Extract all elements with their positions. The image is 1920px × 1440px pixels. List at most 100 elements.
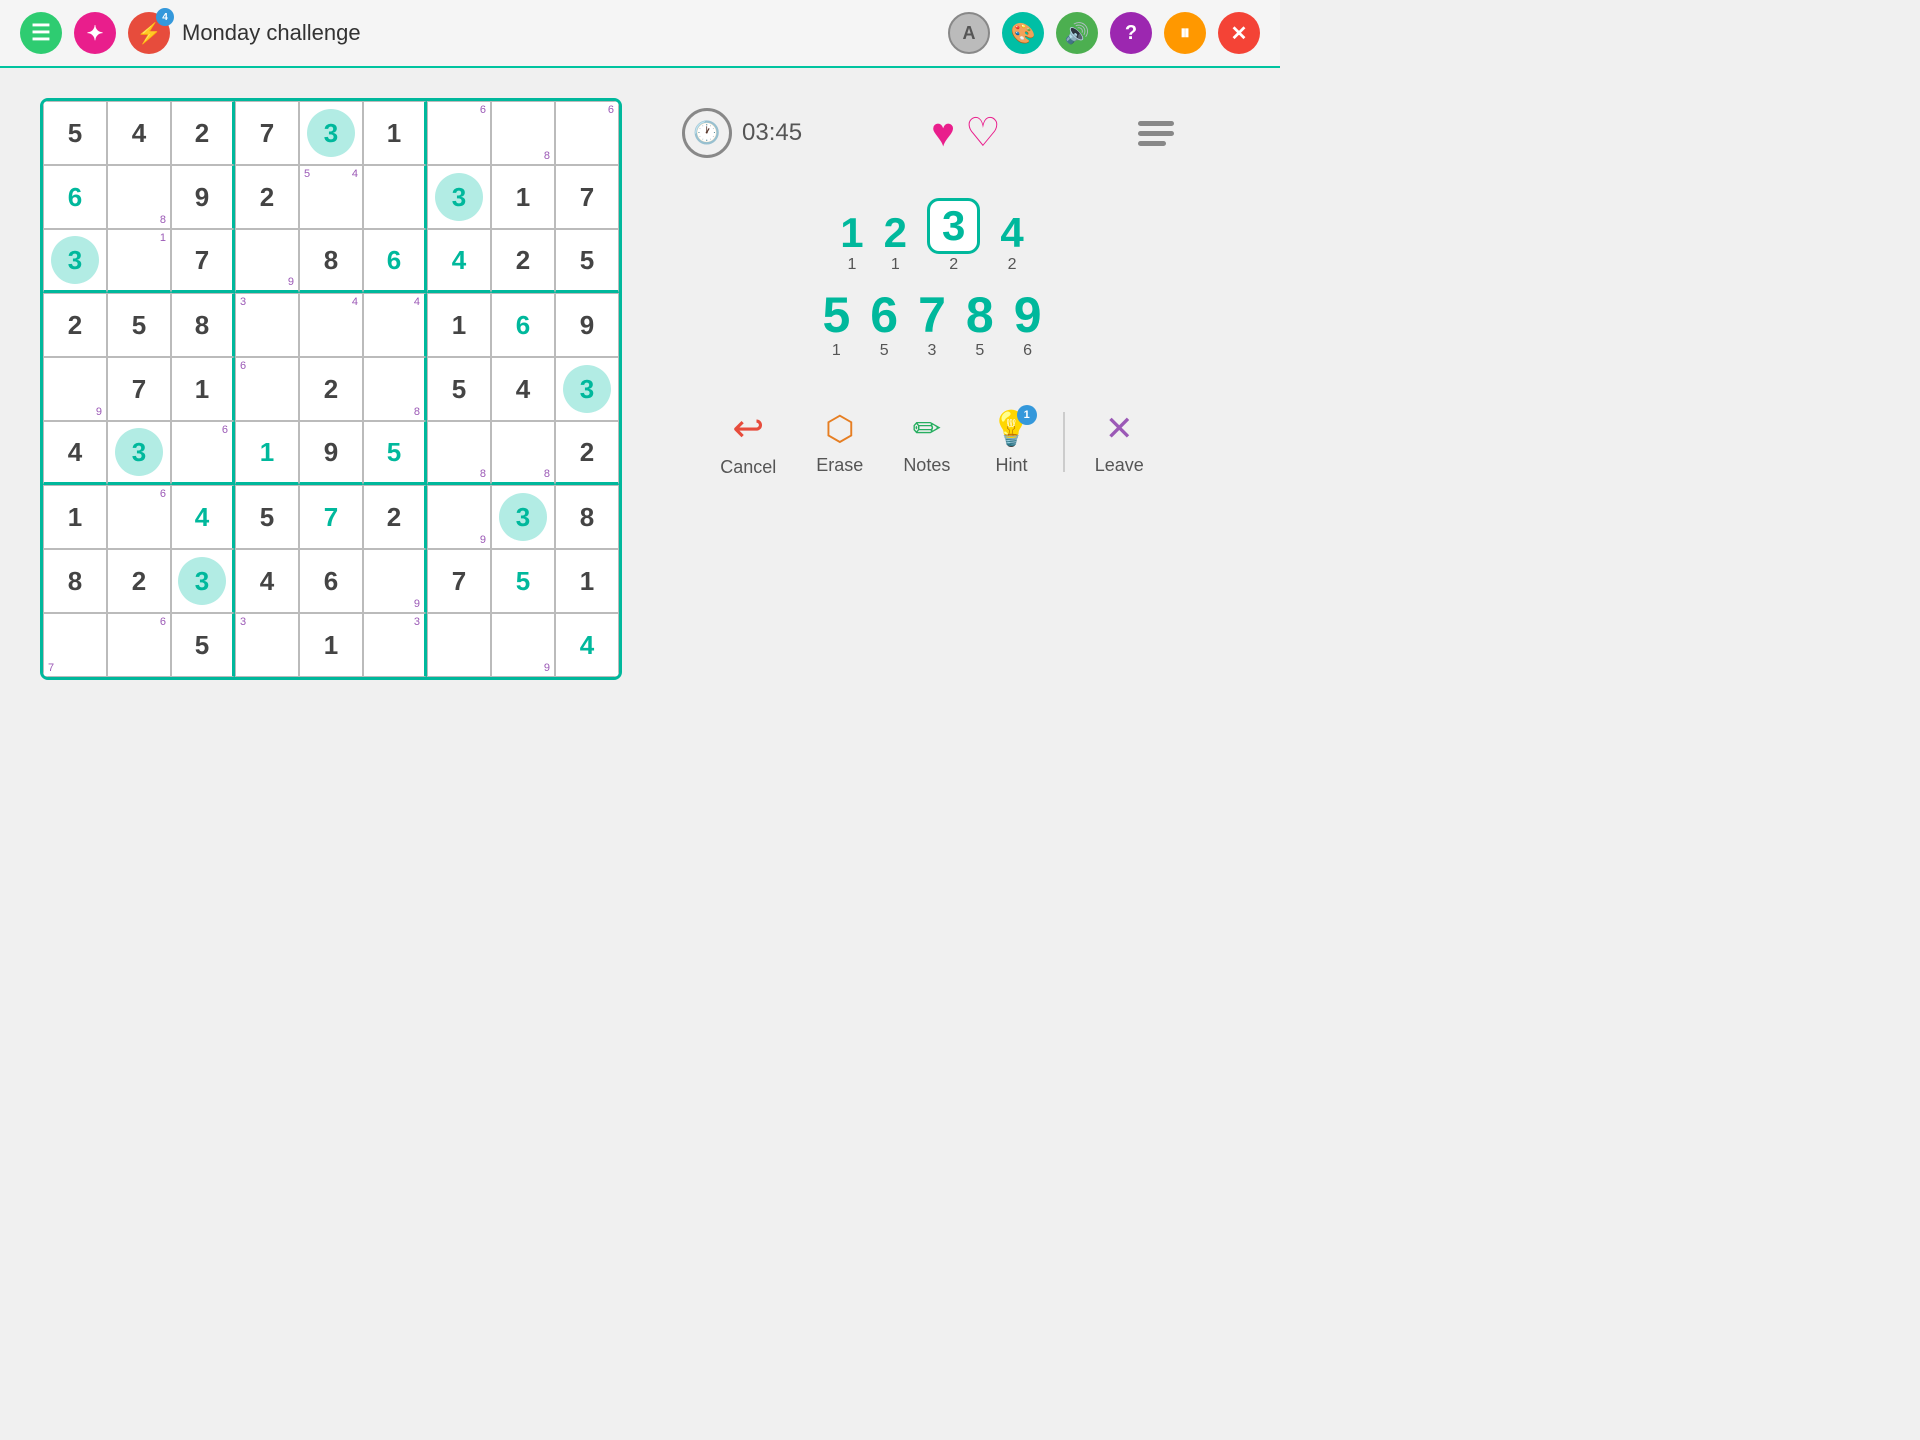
cell-8-5[interactable]: 3 bbox=[363, 613, 427, 677]
cell-1-8[interactable]: 7 bbox=[555, 165, 619, 229]
erase-button[interactable]: ⬡ Erase bbox=[806, 403, 873, 482]
num-8[interactable]: 8 5 bbox=[966, 290, 994, 360]
cell-2-8[interactable]: 5 bbox=[555, 229, 619, 293]
cell-6-2[interactable]: 4 bbox=[171, 485, 235, 549]
cell-8-7[interactable]: 9 bbox=[491, 613, 555, 677]
cell-0-2[interactable]: 2 bbox=[171, 101, 235, 165]
cell-8-8[interactable]: 4 bbox=[555, 613, 619, 677]
cell-1-5[interactable] bbox=[363, 165, 427, 229]
close-button[interactable]: ✕ bbox=[1218, 12, 1260, 54]
cell-5-3[interactable]: 1 bbox=[235, 421, 299, 485]
cell-2-1[interactable]: 1 bbox=[107, 229, 171, 293]
cell-5-1[interactable]: 3 bbox=[107, 421, 171, 485]
cell-0-8[interactable]: 6 bbox=[555, 101, 619, 165]
cell-1-6[interactable]: 3 bbox=[427, 165, 491, 229]
cell-6-8[interactable]: 8 bbox=[555, 485, 619, 549]
cell-0-7[interactable]: 8 bbox=[491, 101, 555, 165]
menu-button[interactable]: ☰ bbox=[20, 12, 62, 54]
cell-5-6[interactable]: 8 bbox=[427, 421, 491, 485]
cell-4-7[interactable]: 4 bbox=[491, 357, 555, 421]
num-7[interactable]: 7 3 bbox=[918, 290, 946, 360]
cell-6-0[interactable]: 1 bbox=[43, 485, 107, 549]
cell-0-6[interactable]: 6 bbox=[427, 101, 491, 165]
cell-5-5[interactable]: 5 bbox=[363, 421, 427, 485]
cell-5-7[interactable]: 8 bbox=[491, 421, 555, 485]
num-2[interactable]: 2 1 bbox=[884, 212, 907, 274]
cell-8-3[interactable]: 3 bbox=[235, 613, 299, 677]
cell-0-0[interactable]: 5 bbox=[43, 101, 107, 165]
cell-4-1[interactable]: 7 bbox=[107, 357, 171, 421]
cell-6-5[interactable]: 2 bbox=[363, 485, 427, 549]
num-3[interactable]: 3 2 bbox=[927, 198, 980, 274]
num-5[interactable]: 5 1 bbox=[822, 290, 850, 360]
cell-8-1[interactable]: 6 bbox=[107, 613, 171, 677]
cell-5-0[interactable]: 4 bbox=[43, 421, 107, 485]
cell-3-6[interactable]: 1 bbox=[427, 293, 491, 357]
cell-1-7[interactable]: 1 bbox=[491, 165, 555, 229]
cell-3-5[interactable]: 4 bbox=[363, 293, 427, 357]
cell-2-3[interactable]: 9 bbox=[235, 229, 299, 293]
sudoku-grid[interactable]: 5427316866892543173179864252583441699716… bbox=[43, 101, 619, 677]
cell-2-0[interactable]: 3 bbox=[43, 229, 107, 293]
cell-5-2[interactable]: 6 bbox=[171, 421, 235, 485]
cell-1-1[interactable]: 8 bbox=[107, 165, 171, 229]
cell-5-8[interactable]: 2 bbox=[555, 421, 619, 485]
cell-4-6[interactable]: 5 bbox=[427, 357, 491, 421]
flash-button[interactable]: ⚡ 4 bbox=[128, 12, 170, 54]
cell-1-4[interactable]: 54 bbox=[299, 165, 363, 229]
cell-2-7[interactable]: 2 bbox=[491, 229, 555, 293]
cell-3-2[interactable]: 8 bbox=[171, 293, 235, 357]
cell-2-5[interactable]: 6 bbox=[363, 229, 427, 293]
cell-4-3[interactable]: 6 bbox=[235, 357, 299, 421]
cancel-button[interactable]: ↩ Cancel bbox=[710, 400, 786, 484]
cell-8-4[interactable]: 1 bbox=[299, 613, 363, 677]
cell-3-3[interactable]: 3 bbox=[235, 293, 299, 357]
num-4[interactable]: 4 2 bbox=[1000, 212, 1023, 274]
hamburger-menu[interactable] bbox=[1130, 113, 1182, 154]
cell-4-5[interactable]: 8 bbox=[363, 357, 427, 421]
leave-button[interactable]: ✕ Leave bbox=[1085, 403, 1154, 482]
cell-8-6[interactable] bbox=[427, 613, 491, 677]
cell-7-1[interactable]: 2 bbox=[107, 549, 171, 613]
cell-7-0[interactable]: 8 bbox=[43, 549, 107, 613]
badge-button[interactable]: ✦ bbox=[74, 12, 116, 54]
notes-button[interactable]: ✏ Notes bbox=[893, 403, 960, 482]
palette-button[interactable]: 🎨 bbox=[1002, 12, 1044, 54]
cell-6-6[interactable]: 9 bbox=[427, 485, 491, 549]
cell-7-6[interactable]: 7 bbox=[427, 549, 491, 613]
cell-3-0[interactable]: 2 bbox=[43, 293, 107, 357]
cell-1-3[interactable]: 2 bbox=[235, 165, 299, 229]
cell-4-0[interactable]: 9 bbox=[43, 357, 107, 421]
cell-3-4[interactable]: 4 bbox=[299, 293, 363, 357]
pause-button[interactable]: ⏸ bbox=[1164, 12, 1206, 54]
cell-7-7[interactable]: 5 bbox=[491, 549, 555, 613]
cell-4-2[interactable]: 1 bbox=[171, 357, 235, 421]
cell-7-4[interactable]: 6 bbox=[299, 549, 363, 613]
num-9[interactable]: 9 6 bbox=[1014, 290, 1042, 360]
cell-4-8[interactable]: 3 bbox=[555, 357, 619, 421]
cell-7-8[interactable]: 1 bbox=[555, 549, 619, 613]
cell-7-3[interactable]: 4 bbox=[235, 549, 299, 613]
cell-3-7[interactable]: 6 bbox=[491, 293, 555, 357]
cell-2-4[interactable]: 8 bbox=[299, 229, 363, 293]
sound-button[interactable]: 🔊 bbox=[1056, 12, 1098, 54]
cell-4-4[interactable]: 2 bbox=[299, 357, 363, 421]
cell-6-4[interactable]: 7 bbox=[299, 485, 363, 549]
theme-button[interactable]: A bbox=[948, 12, 990, 54]
cell-0-3[interactable]: 7 bbox=[235, 101, 299, 165]
cell-5-4[interactable]: 9 bbox=[299, 421, 363, 485]
cell-2-6[interactable]: 4 bbox=[427, 229, 491, 293]
num-1[interactable]: 1 1 bbox=[840, 212, 863, 274]
cell-6-1[interactable]: 6 bbox=[107, 485, 171, 549]
cell-1-2[interactable]: 9 bbox=[171, 165, 235, 229]
cell-0-1[interactable]: 4 bbox=[107, 101, 171, 165]
cell-7-5[interactable]: 9 bbox=[363, 549, 427, 613]
cell-6-3[interactable]: 5 bbox=[235, 485, 299, 549]
cell-2-2[interactable]: 7 bbox=[171, 229, 235, 293]
cell-8-0[interactable]: 7 bbox=[43, 613, 107, 677]
hint-button[interactable]: 💡 1 Hint bbox=[980, 403, 1042, 482]
cell-8-2[interactable]: 5 bbox=[171, 613, 235, 677]
cell-0-5[interactable]: 1 bbox=[363, 101, 427, 165]
cell-6-7[interactable]: 3 bbox=[491, 485, 555, 549]
help-button[interactable]: ? bbox=[1110, 12, 1152, 54]
